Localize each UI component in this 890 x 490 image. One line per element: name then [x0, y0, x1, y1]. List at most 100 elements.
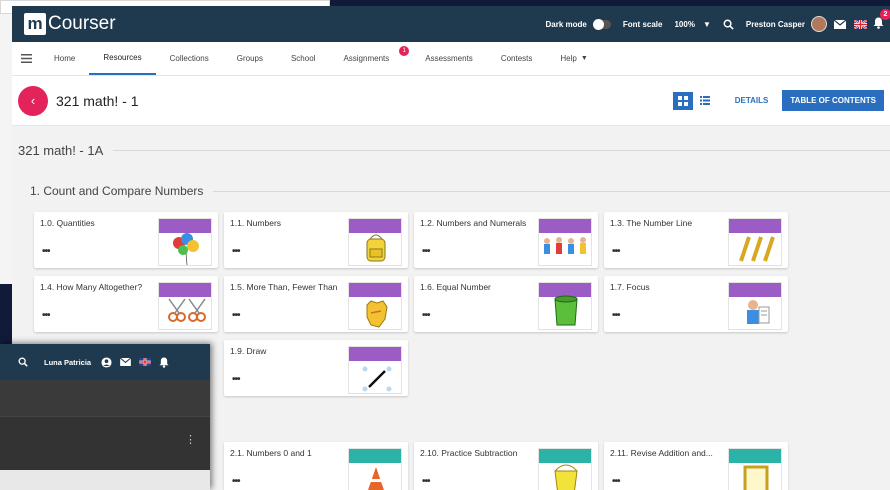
logo[interactable]: m Courser — [24, 13, 116, 35]
nav-label: Assignments — [343, 54, 390, 63]
card-title: 2.1. Numbers 0 and 1 — [230, 448, 312, 458]
resource-card[interactable]: 1.6. Equal Number ••• — [414, 276, 598, 332]
resource-card[interactable]: 1.7. Focus ••• — [604, 276, 788, 332]
logo-mark: m — [24, 13, 46, 35]
mail-icon — [120, 358, 132, 366]
title-bar: ‹ 321 math! - 1 DETAILS TABLE OF CONTENT… — [12, 76, 890, 126]
back-button[interactable]: ‹ — [18, 85, 48, 116]
more-options-icon[interactable]: ••• — [232, 374, 240, 385]
kebab-menu-icon[interactable]: ⋮ — [185, 433, 196, 446]
nav-collections[interactable]: Collections — [156, 42, 223, 75]
user-name: Preston Casper — [745, 19, 805, 29]
nav-label: Assessments — [425, 54, 473, 63]
chapter-title-text: 1. Count and Compare Numbers — [30, 184, 204, 198]
card-title: 1.9. Draw — [230, 346, 267, 356]
secondary-nav — [0, 380, 210, 416]
main-nav: Home Resources Collections Groups School… — [12, 42, 890, 76]
draw-thumbnail — [348, 346, 402, 394]
nav-home[interactable]: Home — [40, 42, 89, 75]
resource-card[interactable]: 2.10. Practice Subtraction ••• — [414, 442, 598, 490]
cone-thumbnail — [348, 448, 402, 490]
font-scale-label: Font scale — [622, 19, 663, 29]
dark-mode-toggle[interactable] — [592, 18, 611, 30]
grid-view-button[interactable] — [672, 91, 693, 110]
table-of-contents-button[interactable]: TABLE OF CONTENTS — [782, 90, 884, 111]
more-options-icon[interactable]: ••• — [422, 310, 430, 321]
font-scale-control: Font scale — [623, 20, 663, 29]
balloons-thumbnail — [158, 218, 212, 266]
dark-mode-label: Dark mode — [545, 19, 587, 29]
search-icon — [18, 357, 28, 367]
secondary-content: ⋮ — [0, 416, 210, 470]
more-options-icon[interactable]: ••• — [612, 246, 620, 257]
more-options-icon[interactable]: ••• — [422, 246, 430, 257]
nav-resources[interactable]: Resources — [89, 42, 156, 75]
backpack-thumbnail — [348, 218, 402, 266]
scissors-thumbnail — [158, 282, 212, 330]
nav-assignments[interactable]: Assignments 1 — [329, 42, 411, 75]
more-options-icon[interactable]: ••• — [232, 246, 240, 257]
more-options-icon[interactable]: ••• — [232, 310, 240, 321]
resource-card[interactable]: 1.1. Numbers ••• — [224, 212, 408, 268]
nav-help[interactable]: Help ▼ — [546, 42, 601, 75]
search-icon — [723, 19, 734, 30]
resource-grid-chapter-2: 2.1. Numbers 0 and 1 ••• 2.10. Practice … — [224, 442, 788, 490]
user-menu[interactable]: Preston Casper — [746, 16, 833, 32]
mail-icon[interactable] — [833, 17, 847, 31]
nav-label: Collections — [169, 54, 209, 63]
account-icon — [101, 356, 112, 368]
resource-card[interactable]: 1.5. More Than, Fewer Than ••• — [224, 276, 408, 332]
section-title: 321 math! - 1A — [18, 143, 890, 158]
more-options-icon[interactable]: ••• — [422, 476, 430, 487]
secondary-field[interactable] — [0, 470, 210, 490]
card-title: 1.1. Numbers — [230, 218, 282, 228]
uk-flag-icon[interactable] — [853, 17, 867, 31]
card-title: 1.0. Quantities — [40, 218, 95, 228]
avatar — [811, 16, 827, 32]
chevron-down-icon: ▼ — [580, 55, 588, 62]
menu-button[interactable] — [12, 42, 40, 75]
list-icon — [699, 96, 710, 105]
pencils-thumbnail — [728, 218, 782, 266]
card-title: 1.6. Equal Number — [420, 282, 491, 292]
assignments-badge: 1 — [399, 46, 410, 56]
more-options-icon[interactable]: ••• — [612, 310, 620, 321]
secondary-window: Luna Patricia ⋮ — [0, 344, 210, 490]
cup-thumbnail — [538, 282, 592, 330]
nav-school[interactable]: School — [277, 42, 329, 75]
more-options-icon[interactable]: ••• — [612, 476, 620, 487]
secondary-user-name[interactable]: Luna Patricia — [44, 358, 91, 367]
child-writing-thumbnail — [728, 282, 782, 330]
card-title: 1.4. How Many Altogether? — [40, 282, 143, 292]
grid-icon — [677, 95, 688, 106]
resource-card[interactable]: 1.0. Quantities ••• — [34, 212, 218, 268]
nav-contests[interactable]: Contests — [487, 42, 547, 75]
nav-groups[interactable]: Groups — [223, 42, 277, 75]
nav-label: Groups — [236, 54, 263, 63]
more-options-icon[interactable]: ••• — [42, 246, 50, 257]
more-options-icon[interactable]: ••• — [42, 310, 50, 321]
section-title-text: 321 math! - 1A — [18, 143, 104, 158]
more-options-icon[interactable]: ••• — [232, 476, 240, 487]
resource-card[interactable]: 2.11. Revise Addition and... ••• — [604, 442, 788, 490]
search-button[interactable] — [723, 19, 734, 30]
resource-card[interactable]: 1.3. The Number Line ••• — [604, 212, 788, 268]
card-title: 2.11. Revise Addition and... — [610, 448, 713, 458]
notifications-button[interactable]: 2 — [873, 9, 890, 31]
resource-card[interactable]: 1.2. Numbers and Numerals ••• — [414, 212, 598, 268]
details-button[interactable]: DETAILS — [735, 96, 769, 105]
dark-mode-control: Dark mode — [545, 18, 611, 30]
card-title: 1.7. Focus — [610, 282, 650, 292]
uk-flag-icon — [139, 358, 151, 366]
resource-card[interactable]: 1.9. Draw ••• — [224, 340, 408, 396]
top-bar: m Courser Dark mode Font scale 100% ▼ Pr… — [12, 6, 890, 42]
zoom-select[interactable]: 100% ▼ — [674, 20, 710, 29]
frame-thumbnail — [728, 448, 782, 490]
resource-card[interactable]: 1.4. How Many Altogether? ••• — [34, 276, 218, 332]
list-view-button[interactable] — [695, 92, 715, 110]
chevron-down-icon: ▼ — [702, 19, 711, 29]
nav-assessments[interactable]: Assessments — [411, 42, 487, 75]
resource-card[interactable]: 2.1. Numbers 0 and 1 ••• — [224, 442, 408, 490]
children-thumbnail — [538, 218, 592, 266]
nav-label: School — [290, 54, 316, 63]
